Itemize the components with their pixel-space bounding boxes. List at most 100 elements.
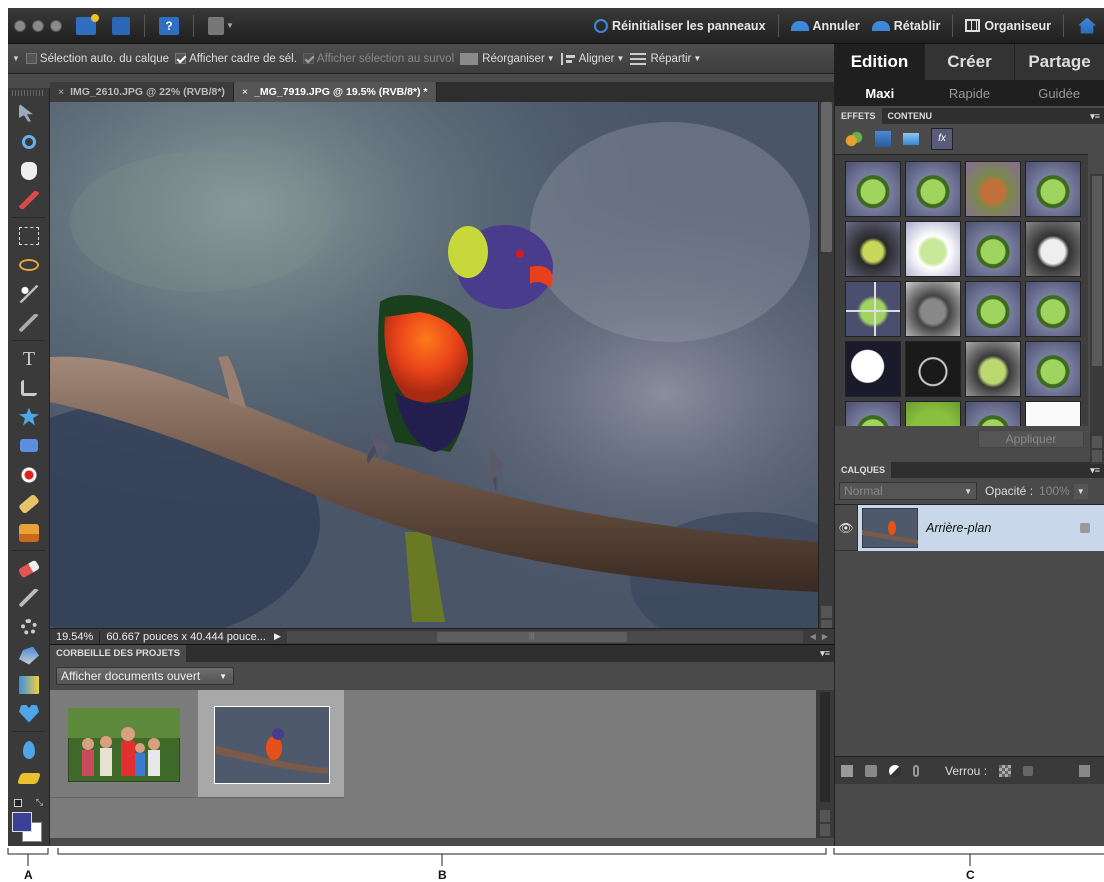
scroll-down-icon[interactable]	[820, 824, 830, 836]
effect-thumbnail[interactable]	[905, 401, 961, 426]
align-menu[interactable]: Aligner ▼	[560, 52, 624, 65]
distribute-menu[interactable]: Répartir ▼	[630, 52, 701, 65]
tab-img-2610[interactable]: × IMG_2610.JPG @ 22% (RVB/8*)	[50, 82, 234, 102]
filters-icon[interactable]	[845, 131, 863, 147]
fx-icon[interactable]: fx	[931, 128, 953, 150]
close-window-button[interactable]	[14, 19, 26, 32]
minimize-window-button[interactable]	[32, 19, 44, 32]
opacity-value[interactable]: 100%	[1039, 484, 1070, 498]
tab-maxi[interactable]: Maxi	[835, 80, 925, 106]
sponge-tool[interactable]	[8, 764, 50, 793]
layer-styles-icon[interactable]	[875, 131, 891, 147]
close-tab-icon[interactable]: ×	[242, 86, 248, 98]
effect-thumbnail[interactable]	[845, 341, 901, 397]
play-icon[interactable]: ▶	[272, 631, 283, 642]
toolbox-grip[interactable]	[12, 90, 45, 96]
trash-icon[interactable]	[1079, 764, 1090, 777]
auto-select-layer-checkbox[interactable]: Sélection auto. du calque	[25, 53, 169, 65]
scroll-up-icon[interactable]	[820, 810, 830, 822]
effect-thumbnail[interactable]	[845, 401, 901, 426]
zoom-level[interactable]: 19.54%	[50, 631, 99, 643]
link-icon[interactable]	[913, 764, 919, 777]
home-button[interactable]	[1070, 17, 1104, 34]
workspace-layout-icon[interactable]	[208, 16, 224, 35]
effect-thumbnail[interactable]	[905, 341, 961, 397]
effect-thumbnail[interactable]	[905, 281, 961, 337]
redo-button[interactable]: Rétablir	[866, 19, 947, 33]
foreground-color-swatch[interactable]	[12, 812, 32, 832]
show-bounding-box-checkbox[interactable]: Afficher cadre de sél.	[175, 53, 297, 65]
zoom-window-button[interactable]	[50, 19, 62, 32]
straighten-tool[interactable]	[8, 431, 50, 460]
help-icon[interactable]: ?	[159, 16, 179, 35]
paint-bucket-tool[interactable]	[8, 641, 50, 670]
effect-thumbnail[interactable]	[1025, 161, 1081, 217]
effect-thumbnail[interactable]	[905, 221, 961, 277]
close-tab-icon[interactable]: ×	[58, 86, 64, 98]
magic-wand-tool[interactable]	[8, 279, 50, 308]
effects-scrollbar[interactable]	[1090, 174, 1104, 464]
arrange-menu[interactable]: Réorganiser ▼	[460, 52, 555, 65]
scroll-thumb[interactable]	[1092, 176, 1102, 366]
save-icon[interactable]	[112, 16, 130, 35]
custom-shape-tool[interactable]	[8, 699, 50, 728]
new-file-icon[interactable]	[76, 13, 99, 35]
reset-panels-button[interactable]: Réinitialiser les panneaux	[588, 18, 772, 33]
blend-mode-dropdown[interactable]: Normal ▼	[839, 482, 977, 500]
quick-selection-tool[interactable]	[8, 308, 50, 337]
organizer-button[interactable]: Organiseur	[959, 19, 1057, 33]
effect-thumbnail[interactable]	[965, 221, 1021, 277]
effect-thumbnail[interactable]	[1025, 401, 1081, 426]
smart-brush-tool[interactable]	[8, 612, 50, 641]
panel-menu-icon[interactable]: ▾≡	[820, 648, 830, 659]
default-colors-icon[interactable]	[14, 798, 22, 807]
project-bin-scrollbar[interactable]	[816, 690, 834, 838]
tab-mg-7919[interactable]: × _MG_7919.JPG @ 19.5% (RVB/8*) *	[233, 82, 437, 102]
crop-tool[interactable]	[8, 373, 50, 402]
brush-tool[interactable]	[8, 583, 50, 612]
eraser-tool[interactable]	[8, 554, 50, 583]
swap-colors-icon[interactable]: ⤡	[36, 797, 43, 808]
apply-button[interactable]: Appliquer	[978, 430, 1084, 448]
effect-thumbnail[interactable]	[905, 161, 961, 217]
effect-thumbnail[interactable]	[1025, 341, 1081, 397]
scroll-track[interactable]	[820, 692, 830, 802]
chevron-down-icon[interactable]: ▼	[1073, 483, 1088, 499]
new-layer-icon[interactable]	[841, 764, 853, 777]
show-highlight-on-hover-checkbox[interactable]: Afficher sélection au survol	[302, 53, 454, 65]
gradient-tool[interactable]	[8, 670, 50, 699]
move-tool[interactable]	[8, 98, 50, 127]
undo-button[interactable]: Annuler	[785, 19, 866, 33]
marquee-tool[interactable]	[8, 221, 50, 250]
blur-tool[interactable]	[8, 735, 50, 764]
panel-menu-icon[interactable]: ▾≡	[1090, 111, 1100, 122]
effect-thumbnail[interactable]	[965, 401, 1021, 426]
effect-thumbnail[interactable]	[965, 341, 1021, 397]
tab-partage[interactable]: Partage	[1015, 44, 1104, 80]
type-tool[interactable]: T	[8, 344, 50, 373]
chevron-down-icon[interactable]: ▼	[226, 21, 234, 30]
tab-creer[interactable]: Créer	[925, 44, 1015, 80]
effect-thumbnail[interactable]	[965, 161, 1021, 217]
tab-calques[interactable]: CALQUES	[835, 462, 892, 478]
eyedropper-tool[interactable]	[8, 185, 50, 214]
options-menu-icon[interactable]: ▼	[12, 54, 20, 63]
hand-tool[interactable]	[8, 156, 50, 185]
adjustment-icon[interactable]	[889, 764, 901, 777]
effect-thumbnail[interactable]	[845, 281, 901, 337]
effect-thumbnail[interactable]	[845, 161, 901, 217]
scroll-thumb[interactable]	[821, 102, 832, 252]
project-bin-dropdown[interactable]: Afficher documents ouvert ▼	[56, 667, 234, 685]
new-adjustment-layer-icon[interactable]	[865, 764, 877, 777]
canvas-vertical-scrollbar[interactable]	[818, 102, 834, 632]
tab-edition[interactable]: Edition	[835, 44, 925, 80]
zoom-tool[interactable]	[8, 127, 50, 156]
scroll-left-icon[interactable]: ◀	[807, 632, 819, 641]
tab-contenu[interactable]: CONTENU	[882, 108, 939, 124]
effect-thumbnail[interactable]	[965, 281, 1021, 337]
photo-effects-icon[interactable]	[903, 133, 919, 145]
red-eye-tool[interactable]	[8, 460, 50, 489]
scroll-up-icon[interactable]	[1092, 436, 1102, 448]
scroll-thumb[interactable]: |||	[436, 631, 627, 642]
healing-brush-tool[interactable]	[8, 489, 50, 518]
